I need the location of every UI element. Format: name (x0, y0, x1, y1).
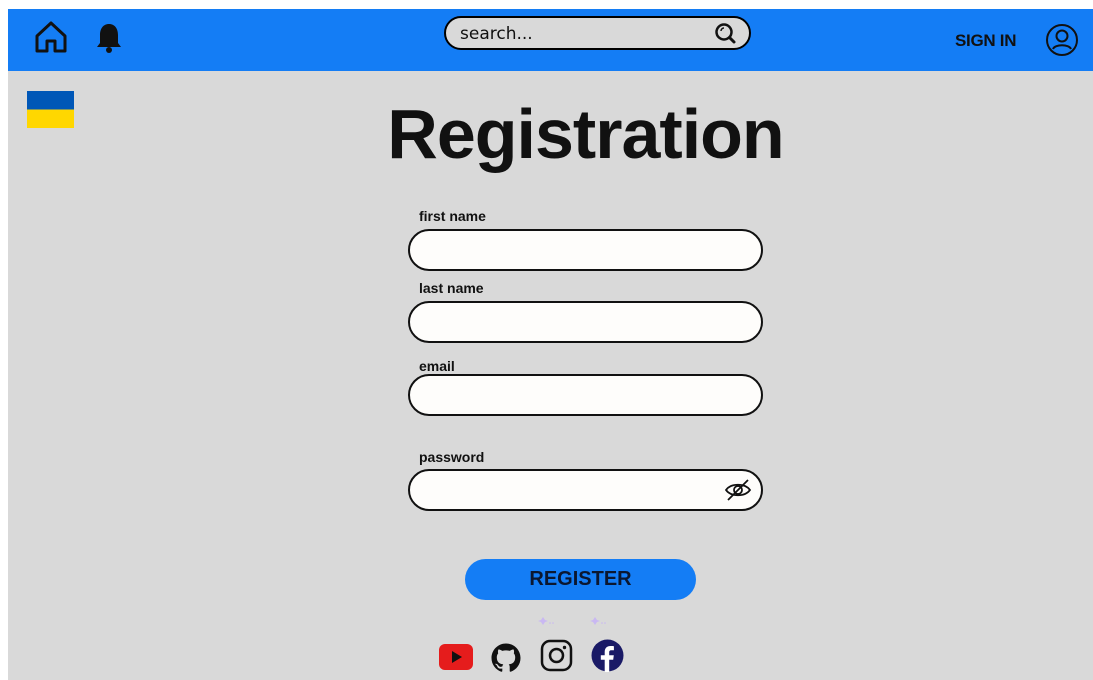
password-field[interactable] (408, 469, 763, 511)
email-label: email (419, 358, 455, 374)
first-name-field[interactable] (408, 229, 763, 271)
eye-slash-icon[interactable] (724, 478, 752, 502)
instagram-icon[interactable] (540, 639, 573, 672)
user-icon[interactable] (1045, 23, 1079, 57)
github-icon[interactable] (490, 642, 522, 674)
page-title: Registration (387, 95, 784, 173)
search-input[interactable] (460, 23, 700, 45)
sparkle-icon (538, 617, 554, 625)
register-button[interactable]: REGISTER (465, 559, 696, 600)
sign-in-link[interactable]: SIGN IN (955, 31, 1016, 51)
email-field[interactable] (408, 374, 763, 416)
last-name-label: last name (419, 280, 484, 296)
search-bar[interactable] (444, 16, 751, 50)
password-label: password (419, 449, 485, 465)
top-nav-bar: SIGN IN (8, 9, 1093, 71)
first-name-label: first name (419, 208, 486, 224)
search-icon[interactable] (713, 21, 737, 45)
bell-icon[interactable] (95, 22, 123, 54)
sparkle-icon (590, 617, 606, 625)
youtube-icon[interactable] (439, 644, 473, 670)
home-icon[interactable] (33, 19, 69, 55)
app-frame: SIGN IN Registration first name last nam… (8, 9, 1093, 680)
last-name-field[interactable] (408, 301, 763, 343)
facebook-icon[interactable] (591, 639, 624, 672)
